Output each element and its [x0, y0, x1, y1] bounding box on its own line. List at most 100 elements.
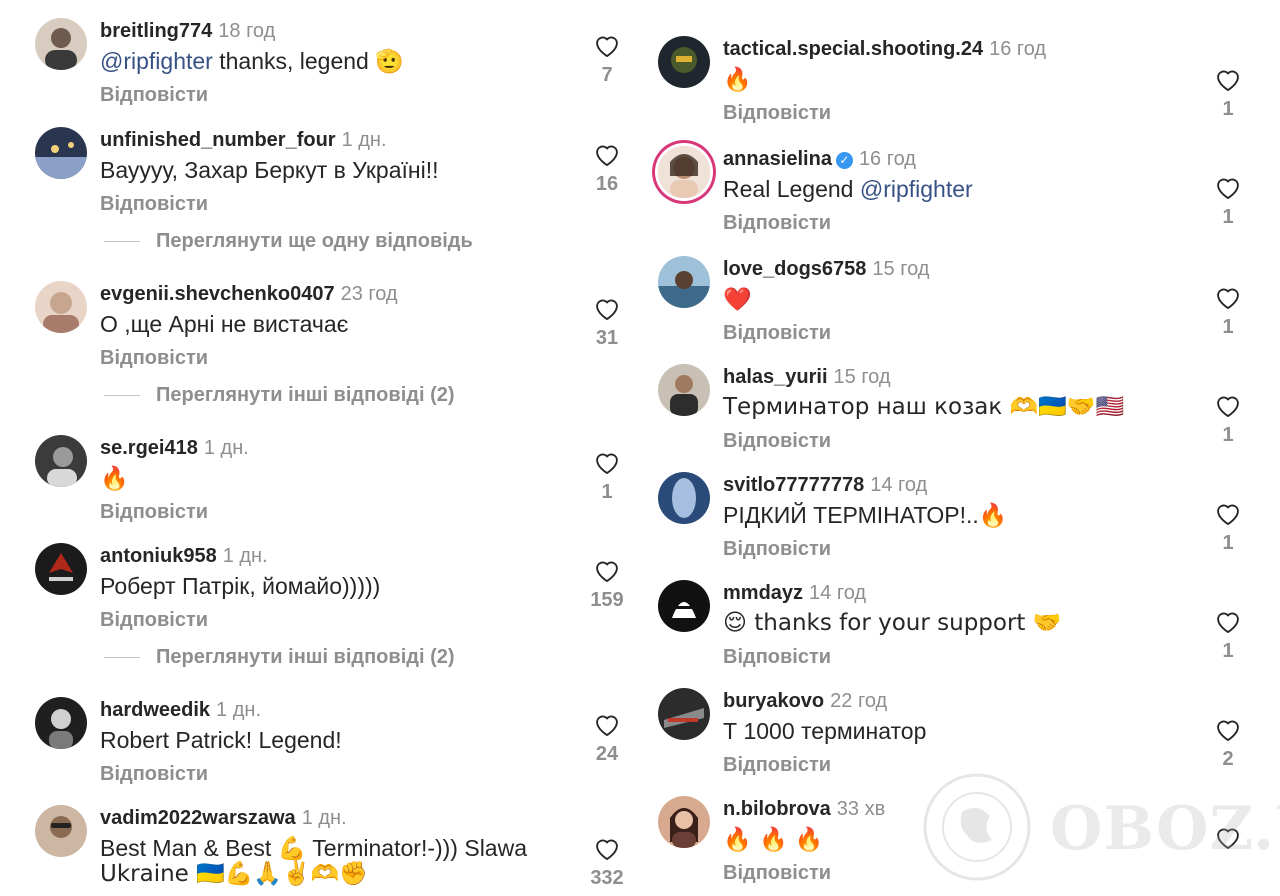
comment-username[interactable]: unfinished_number_four — [100, 129, 336, 151]
heart-icon[interactable] — [1214, 392, 1242, 418]
avatar[interactable] — [658, 796, 710, 848]
reply-button[interactable]: Відповісти — [723, 646, 831, 669]
reply-button[interactable]: Відповісти — [723, 322, 831, 345]
comment-username[interactable]: annasielina — [723, 148, 832, 170]
comment-username[interactable]: vadim2022warszawa — [100, 807, 296, 829]
comment-text: 🔥 — [723, 66, 752, 93]
comment-time: 16 год — [858, 148, 916, 170]
like-control: 1 — [579, 449, 635, 504]
avatar[interactable] — [658, 688, 710, 740]
heart-icon[interactable] — [1214, 284, 1242, 310]
view-replies-label: Переглянути ще одну відповідь — [156, 230, 473, 252]
avatar[interactable] — [658, 472, 710, 524]
avatar[interactable] — [35, 697, 87, 749]
comment-time: 15 год — [872, 258, 930, 280]
comment-username[interactable]: tactical.special.shooting.24 — [723, 38, 983, 60]
reply-button[interactable]: Відповісти — [100, 84, 208, 107]
divider-line — [104, 241, 140, 242]
reply-button[interactable]: Відповісти — [100, 763, 208, 786]
reply-button[interactable]: Відповісти — [723, 862, 831, 885]
comment-username[interactable]: love_dogs6758 — [723, 258, 866, 280]
comment-username[interactable]: n.bilobrova — [723, 798, 831, 820]
comment-username[interactable]: breitling774 — [100, 20, 212, 42]
avatar[interactable] — [658, 580, 710, 632]
avatar[interactable] — [658, 36, 710, 88]
comment-time: 1 дн. — [301, 807, 347, 829]
avatar[interactable] — [35, 127, 87, 179]
comment-item: svitlo77777778 14 год РІДКИЙ ТЕРМІНАТОР!.… — [640, 472, 1280, 572]
heart-icon[interactable] — [1214, 500, 1242, 526]
heart-icon[interactable] — [593, 141, 621, 167]
comment-username[interactable]: se.rgei418 — [100, 437, 198, 459]
like-control: 1 — [1200, 174, 1256, 229]
heart-icon[interactable] — [593, 711, 621, 737]
comment-item: vadim2022warszawa 1 дн. Best Man & Best 💪… — [0, 805, 640, 896]
like-count: 16 — [595, 173, 619, 195]
like-count: 1 — [1222, 206, 1234, 228]
reply-button[interactable]: Відповісти — [723, 212, 831, 235]
like-count: 31 — [595, 327, 619, 349]
like-control: 31 — [579, 295, 635, 350]
comment-time: 23 год — [340, 283, 398, 305]
reply-button[interactable]: Відповісти — [100, 193, 208, 216]
like-count: 1 — [1222, 640, 1234, 662]
heart-icon[interactable] — [1214, 716, 1242, 742]
fire-emoji: 🔥 — [723, 67, 752, 93]
reply-button[interactable]: Відповісти — [723, 430, 831, 453]
view-replies-label: Переглянути інші відповіді (2) — [156, 384, 455, 406]
heart-icon[interactable] — [593, 32, 621, 58]
view-replies-button[interactable]: Переглянути ще одну відповідь — [104, 228, 504, 256]
comment-username[interactable]: mmdayz — [723, 582, 803, 604]
comment-item: buryakovo 22 год Т 1000 терминатор Відпов… — [640, 688, 1280, 788]
comment-time: 1 дн. — [222, 545, 268, 567]
reply-button[interactable]: Відповісти — [723, 754, 831, 777]
comment-item: love_dogs6758 15 год ❤️ Відповісти 1 — [640, 256, 1280, 356]
view-replies-button[interactable]: Переглянути інші відповіді (2) — [104, 382, 504, 410]
mention-link[interactable]: @ripfighter — [100, 48, 213, 74]
like-count: 7 — [601, 64, 613, 86]
avatar[interactable] — [35, 281, 87, 333]
heart-icon[interactable] — [1214, 174, 1242, 200]
fire-emoji: 🔥 — [978, 503, 1008, 529]
comment-text: Т 1000 терминатор — [723, 718, 927, 744]
like-control: 1 — [1200, 608, 1256, 663]
comment-username[interactable]: hardweedik — [100, 699, 210, 721]
heart-icon[interactable] — [593, 449, 621, 475]
heart-icon[interactable] — [1214, 608, 1242, 634]
comment-username[interactable]: halas_yurii — [723, 366, 828, 388]
reply-button[interactable]: Відповісти — [723, 102, 831, 125]
comment-text: Роберт Патрік, йомайо))))) — [100, 573, 381, 599]
mention-link[interactable]: @ripfighter — [860, 176, 973, 202]
avatar[interactable] — [35, 805, 87, 857]
avatar[interactable] — [35, 435, 87, 487]
heart-icon[interactable] — [593, 835, 621, 861]
comment-username[interactable]: evgenii.shevchenko0407 — [100, 283, 335, 305]
heart-icon[interactable] — [593, 295, 621, 321]
reply-button[interactable]: Відповісти — [100, 609, 208, 632]
like-control: 16 — [579, 141, 635, 196]
like-count: 2 — [1222, 748, 1234, 770]
avatar[interactable] — [658, 364, 710, 416]
comment-text: ❤️ — [723, 286, 752, 313]
heart-icon[interactable] — [1214, 824, 1242, 850]
comment-time: 1 дн. — [341, 129, 387, 151]
like-control: 24 — [579, 711, 635, 766]
avatar[interactable] — [35, 18, 87, 70]
comment-item: antoniuk958 1 дн. Роберт Патрік, йомайо))… — [0, 543, 640, 643]
avatar[interactable] — [35, 543, 87, 595]
reply-button[interactable]: Відповісти — [100, 501, 208, 524]
like-count: 1 — [601, 481, 613, 503]
comment-username[interactable]: buryakovo — [723, 690, 824, 712]
avatar[interactable] — [658, 256, 710, 308]
heart-icon[interactable] — [1214, 66, 1242, 92]
reply-button[interactable]: Відповісти — [723, 538, 831, 561]
comment-text: @ripfighter thanks, legend 🫡 — [100, 48, 404, 75]
comment-username[interactable]: antoniuk958 — [100, 545, 217, 567]
comment-time: 1 дн. — [216, 699, 261, 721]
comment-time: 15 год — [833, 366, 891, 388]
heart-icon[interactable] — [593, 557, 621, 583]
reply-button[interactable]: Відповісти — [100, 347, 208, 370]
avatar-with-story-ring[interactable] — [658, 146, 710, 198]
comment-username[interactable]: svitlo77777778 — [723, 474, 864, 496]
view-replies-button[interactable]: Переглянути інші відповіді (2) — [104, 644, 504, 672]
